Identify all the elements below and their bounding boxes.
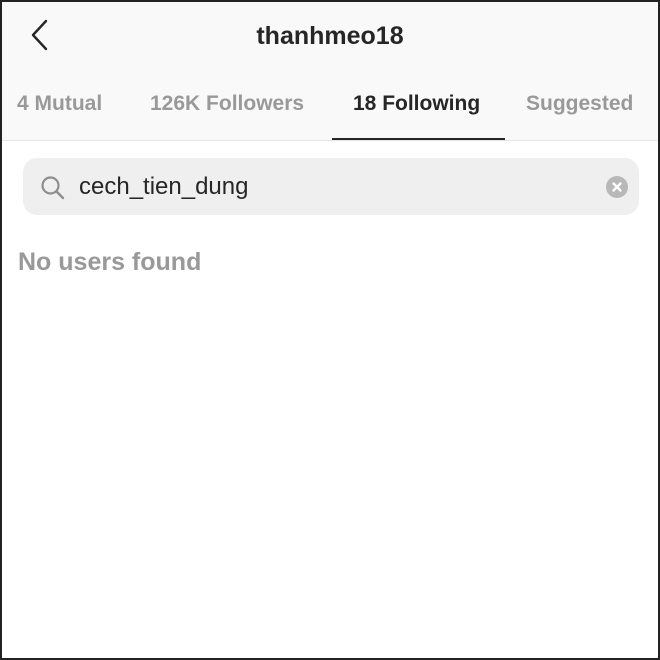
clear-search-button[interactable]	[606, 176, 628, 198]
search-input[interactable]	[77, 168, 581, 206]
tab-suggested[interactable]: Suggested	[526, 92, 633, 116]
app-screen: thanhmeo18 4 Mutual 126K Followers 18 Fo…	[0, 0, 660, 660]
search-bar	[23, 158, 639, 215]
active-tab-indicator	[332, 138, 505, 140]
header: thanhmeo18 4 Mutual 126K Followers 18 Fo…	[2, 2, 658, 141]
empty-results-message: No users found	[18, 248, 202, 276]
clear-icon	[612, 182, 622, 192]
tab-followers[interactable]: 126K Followers	[150, 92, 304, 116]
tab-following[interactable]: 18 Following	[353, 92, 480, 116]
search-icon	[41, 176, 65, 200]
page-title: thanhmeo18	[256, 22, 404, 50]
tab-bar: 4 Mutual 126K Followers 18 Following Sug…	[2, 92, 658, 140]
tab-mutual[interactable]: 4 Mutual	[17, 92, 102, 116]
